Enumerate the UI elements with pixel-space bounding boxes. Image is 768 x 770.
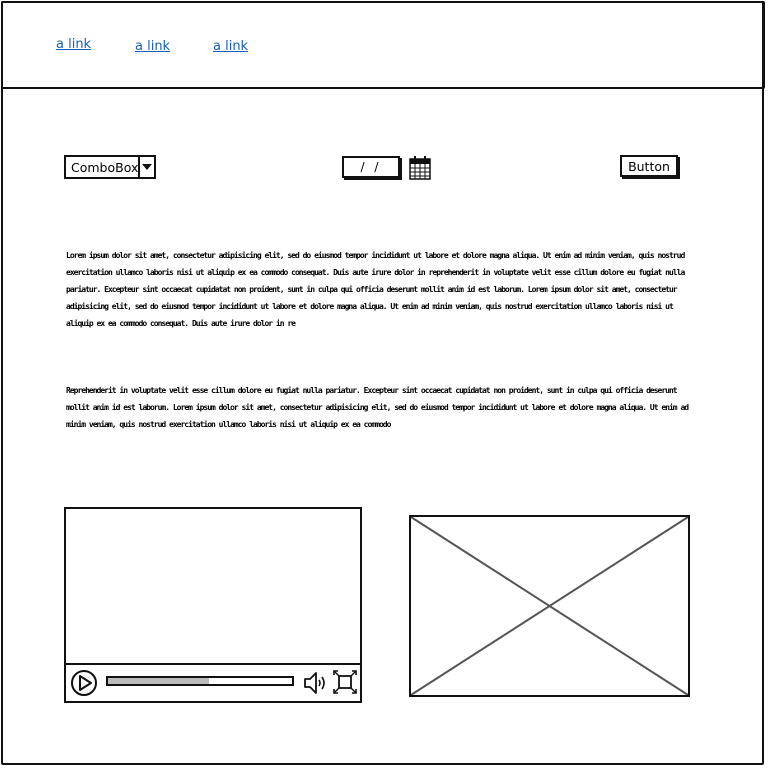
calendar-icon[interactable] xyxy=(408,155,432,185)
play-icon[interactable] xyxy=(70,669,98,701)
nav-link-3[interactable]: a link xyxy=(213,39,248,54)
chevron-down-icon[interactable] xyxy=(138,157,154,177)
nav-link-2[interactable]: a link xyxy=(135,39,170,54)
action-button[interactable]: Button xyxy=(620,155,678,177)
paragraph-2: Reprehenderit in voluptate velit esse ci… xyxy=(66,382,692,433)
header-bar: a link a link a link xyxy=(1,1,765,89)
date-input[interactable]: / / xyxy=(342,156,400,178)
combobox-value: ComboBox xyxy=(71,159,139,175)
fullscreen-icon[interactable] xyxy=(332,669,358,699)
paragraph-1-text: Lorem ipsum dolor sit amet, consectetur … xyxy=(66,251,685,328)
video-progress-bar[interactable] xyxy=(106,676,294,686)
paragraph-1: Lorem ipsum dolor sit amet, consectetur … xyxy=(66,247,692,332)
paragraph-2-text: Reprehenderit in voluptate velit esse ci… xyxy=(66,386,689,429)
video-controls xyxy=(66,663,360,701)
image-placeholder xyxy=(409,515,690,697)
video-player[interactable] xyxy=(64,507,362,703)
video-progress-fill xyxy=(108,678,210,684)
combobox[interactable]: ComboBox xyxy=(64,155,156,179)
volume-icon[interactable] xyxy=(302,670,330,700)
nav-link-1[interactable]: a link xyxy=(56,37,91,52)
